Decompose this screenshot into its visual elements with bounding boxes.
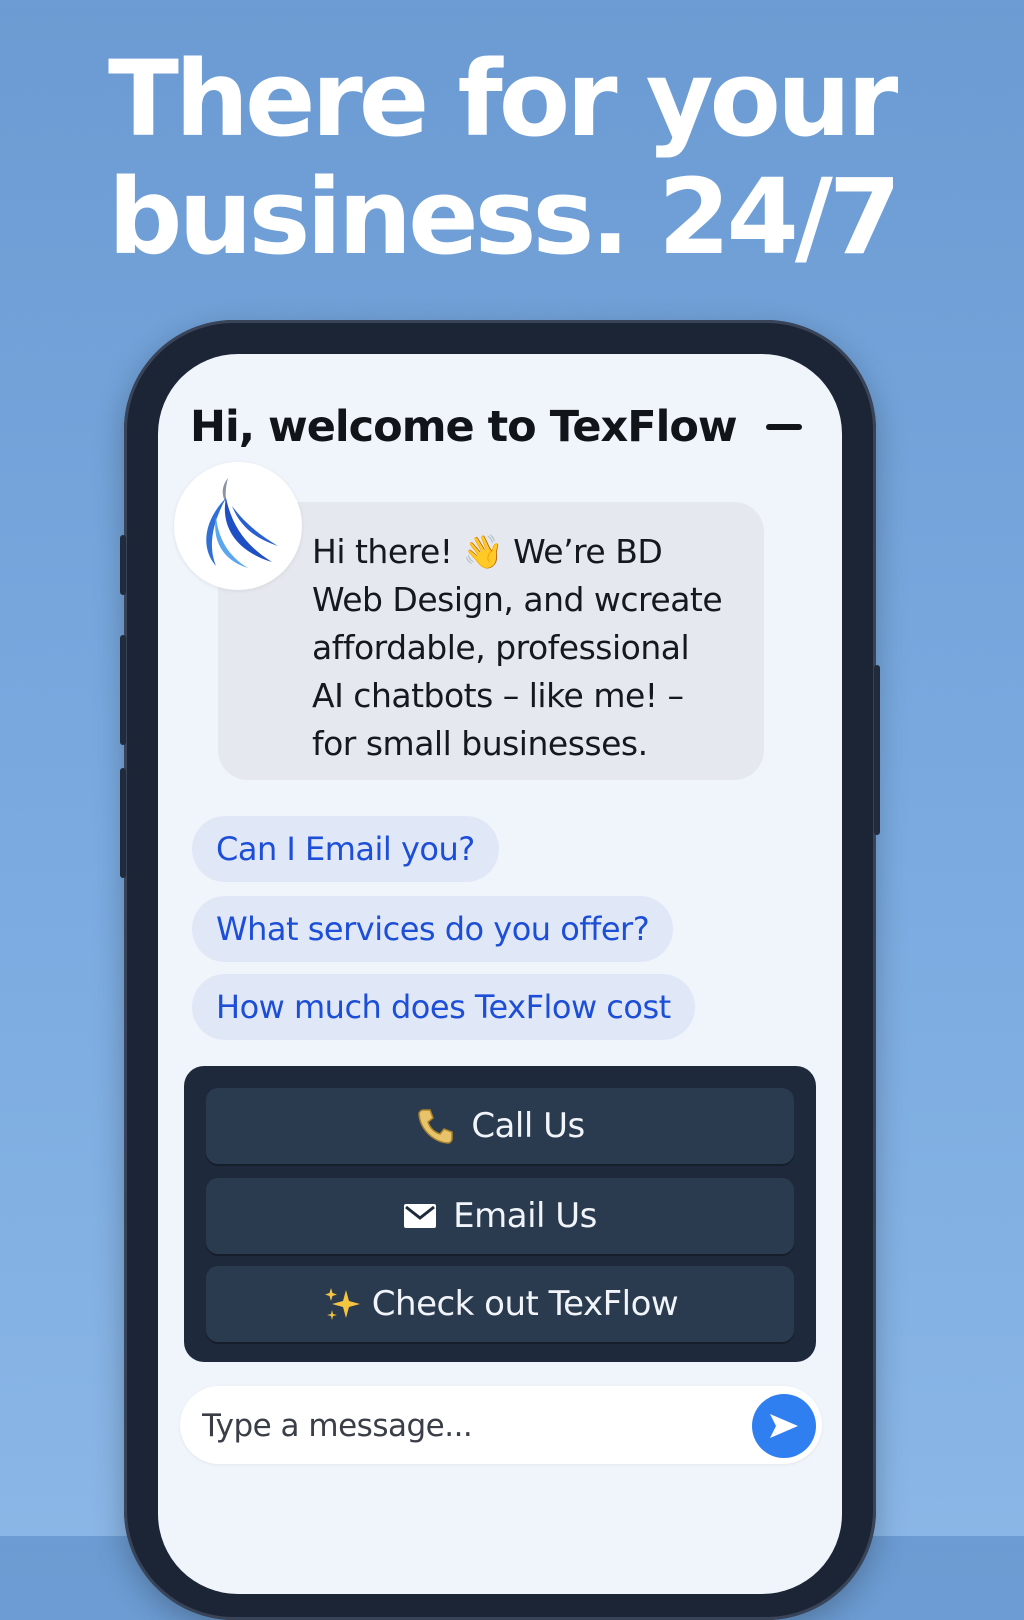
headline: There for your business. 24/7	[108, 40, 988, 276]
email-us-button[interactable]: Email Us	[206, 1178, 794, 1254]
send-button[interactable]	[752, 1394, 816, 1458]
phone-side-button-volume-up	[120, 635, 126, 745]
phone-side-button-power	[874, 665, 880, 835]
phone-side-button-silent	[120, 535, 126, 595]
bot-message-bubble: Hi there! 👋 We’re BD Web Design, and wcr…	[218, 502, 764, 780]
bot-message-line: AI chatbots – like me! –	[312, 676, 684, 715]
suggestion-chip-cost[interactable]: How much does TexFlow cost	[192, 974, 695, 1040]
texflow-logo-icon	[206, 478, 278, 568]
bot-avatar	[174, 462, 302, 590]
message-input[interactable]	[200, 1394, 744, 1458]
headline-line-1: There for your	[108, 38, 898, 160]
bot-message-line: for small businesses.	[312, 724, 648, 763]
bot-message-line: affordable, professional	[312, 628, 690, 667]
call-us-label: Call Us	[471, 1106, 585, 1146]
suggestion-chip-email[interactable]: Can I Email you?	[192, 816, 499, 882]
phone-side-button-volume-down	[120, 768, 126, 878]
headline-line-2: business. 24/7	[108, 156, 901, 278]
bot-message-line: Hi there! 👋 We’re BD	[312, 532, 663, 571]
call-us-button[interactable]: Call Us	[206, 1088, 794, 1164]
bot-message-line: Web Design, and wcreate	[312, 580, 723, 619]
minimize-icon[interactable]	[766, 424, 802, 430]
check-out-texflow-button[interactable]: Check out TexFlow	[206, 1266, 794, 1342]
suggestion-chip-services[interactable]: What services do you offer?	[192, 896, 674, 962]
send-arrow-icon	[770, 1414, 798, 1438]
sparkles-icon	[322, 1284, 362, 1324]
chat-title: Hi, welcome to TexFlow	[190, 402, 738, 452]
check-out-texflow-label: Check out TexFlow	[371, 1284, 679, 1324]
email-us-label: Email Us	[453, 1196, 597, 1236]
action-panel: Call Us Email Us Check out TexFlow	[184, 1066, 816, 1362]
message-composer	[180, 1386, 822, 1464]
chat-screen: Hi, welcome to TexFlow Hi there! 👋 We’re…	[158, 354, 842, 1594]
envelope-icon	[403, 1203, 437, 1229]
phone-icon	[415, 1106, 455, 1146]
